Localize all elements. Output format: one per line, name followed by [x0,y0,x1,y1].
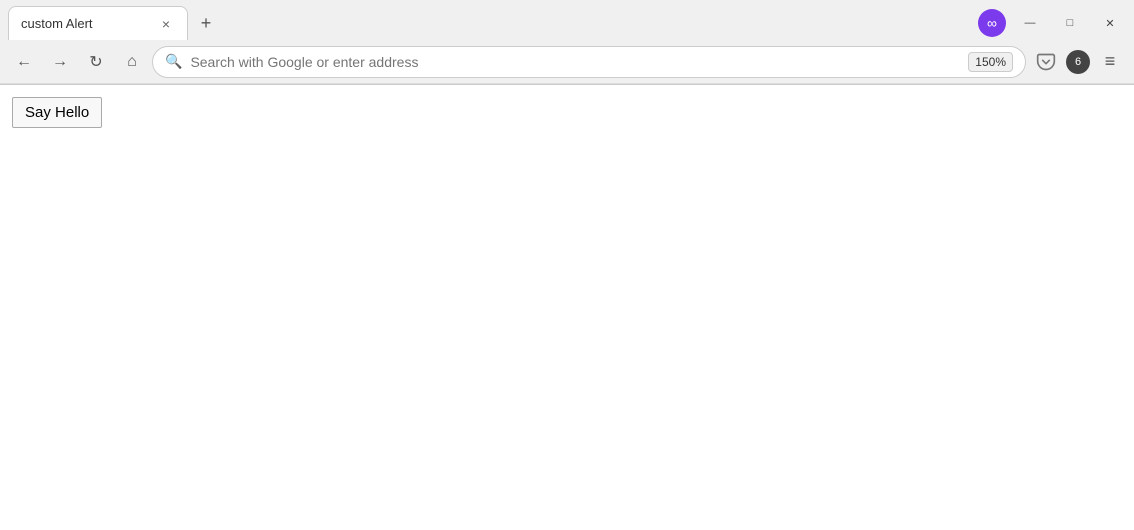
page-content: Say Hello [0,85,1134,530]
address-input[interactable] [190,54,960,70]
navigation-bar: ← → ↻ ⌂ 🔍 150% 6 ≡ [0,40,1134,84]
search-icon: 🔍 [165,53,182,70]
minimize-button[interactable]: — [1014,9,1046,37]
say-hello-button[interactable]: Say Hello [12,97,102,128]
logo-symbol: ∞ [987,15,997,31]
forward-button[interactable]: → [44,46,76,78]
pocket-button[interactable] [1030,46,1062,78]
browser-icons: ∞ — □ ✕ [978,9,1126,37]
tab-title: custom Alert [21,16,151,31]
back-button[interactable]: ← [8,46,40,78]
active-tab[interactable]: custom Alert × [8,6,188,40]
home-button[interactable]: ⌂ [116,46,148,78]
tab-bar: custom Alert × + ∞ — □ ✕ [0,0,1134,40]
new-tab-button[interactable]: + [192,9,220,37]
maximize-button[interactable]: □ [1054,9,1086,37]
zoom-level[interactable]: 150% [968,52,1013,72]
browser-chrome: custom Alert × + ∞ — □ ✕ ← → ↻ ⌂ 🔍 150% [0,0,1134,85]
close-button[interactable]: ✕ [1094,9,1126,37]
browser-logo: ∞ [978,9,1006,37]
tab-close-button[interactable]: × [157,15,175,33]
address-bar[interactable]: 🔍 150% [152,46,1026,78]
menu-button[interactable]: ≡ [1094,46,1126,78]
reload-button[interactable]: ↻ [80,46,112,78]
notifications-badge[interactable]: 6 [1066,50,1090,74]
